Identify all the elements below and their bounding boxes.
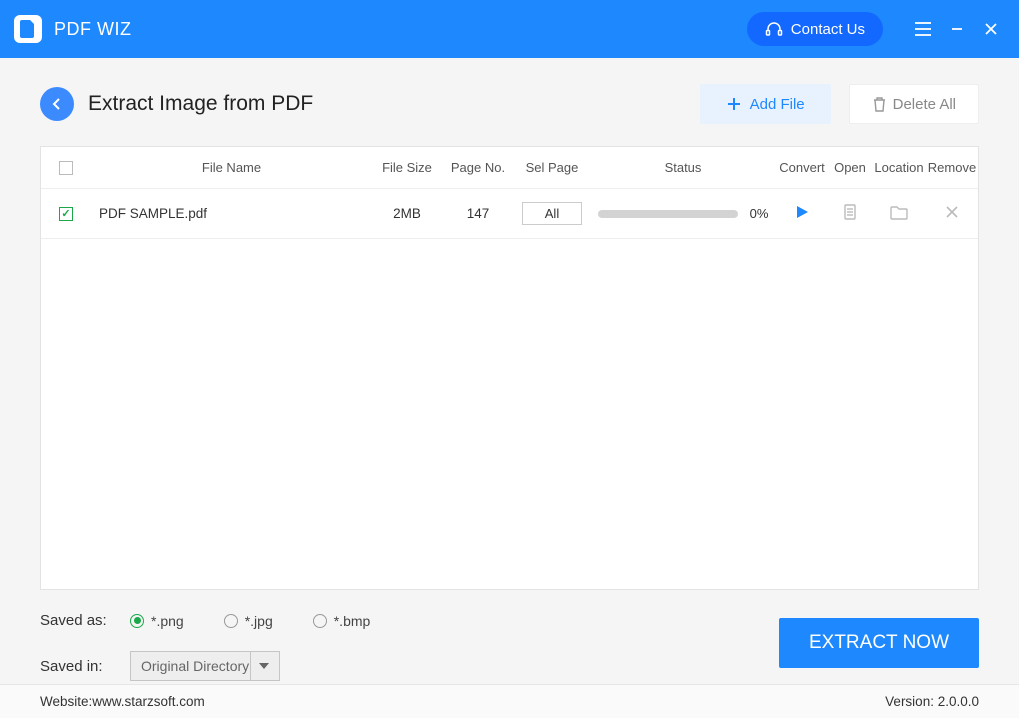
header-page-no: Page No. — [442, 160, 514, 175]
header-file-size: File Size — [372, 160, 442, 175]
footer: Website: www.starzsoft.com Version: 2.0.… — [0, 684, 1019, 718]
delete-all-label: Delete All — [893, 96, 956, 113]
website-link[interactable]: www.starzsoft.com — [92, 694, 205, 709]
play-icon — [794, 204, 810, 220]
back-button[interactable] — [40, 87, 74, 121]
arrow-left-icon — [49, 96, 65, 112]
header-status: Status — [590, 160, 776, 175]
menu-button[interactable] — [909, 15, 937, 43]
progress-percent: 0% — [750, 206, 769, 221]
radio-bmp[interactable]: *.bmp — [313, 613, 371, 629]
table-row: PDF SAMPLE.pdf 2MB 147 All 0% — [41, 189, 978, 239]
version-label: Version: — [885, 694, 938, 709]
saved-as-label: Saved as: — [40, 612, 130, 629]
row-file-size: 2MB — [372, 206, 442, 221]
contact-us-label: Contact Us — [791, 21, 865, 38]
page-title: Extract Image from PDF — [88, 92, 700, 116]
radio-png[interactable]: *.png — [130, 613, 184, 629]
saved-in-label: Saved in: — [40, 658, 130, 675]
app-logo — [14, 15, 42, 43]
sel-page-button[interactable]: All — [522, 202, 582, 225]
folder-icon — [890, 205, 908, 220]
menu-icon — [915, 22, 931, 36]
document-icon — [842, 204, 858, 220]
header-location: Location — [872, 160, 926, 175]
remove-button[interactable] — [945, 205, 959, 219]
table-empty-area — [41, 239, 978, 589]
row-checkbox[interactable] — [59, 207, 73, 221]
progress-bar — [598, 210, 738, 218]
table-header: File Name File Size Page No. Sel Page St… — [41, 147, 978, 189]
delete-all-button[interactable]: Delete All — [849, 84, 979, 124]
header-open: Open — [828, 160, 872, 175]
headset-icon — [765, 20, 783, 38]
minimize-icon — [950, 22, 964, 36]
radio-jpg[interactable]: *.jpg — [224, 613, 273, 629]
select-all-checkbox[interactable] — [59, 161, 73, 175]
location-button[interactable] — [890, 205, 908, 220]
minimize-button[interactable] — [943, 15, 971, 43]
convert-button[interactable] — [794, 204, 810, 220]
header-remove: Remove — [926, 160, 978, 175]
row-page-no: 147 — [442, 206, 514, 221]
close-button[interactable] — [977, 15, 1005, 43]
extract-now-button[interactable]: EXTRACT NOW — [779, 618, 979, 668]
file-table: File Name File Size Page No. Sel Page St… — [40, 146, 979, 590]
header-file-name: File Name — [91, 160, 372, 175]
remove-icon — [945, 205, 959, 219]
header-sel-page: Sel Page — [514, 160, 590, 175]
version-value: 2.0.0.0 — [938, 694, 979, 709]
open-button[interactable] — [842, 204, 858, 220]
radio-icon — [313, 614, 327, 628]
radio-icon — [130, 614, 144, 628]
chevron-down-icon — [250, 652, 269, 680]
header-convert: Convert — [776, 160, 828, 175]
plus-icon — [726, 96, 742, 112]
radio-icon — [224, 614, 238, 628]
app-title: PDF WIZ — [54, 19, 747, 40]
saved-in-select[interactable]: Original Directory — [130, 651, 280, 681]
close-icon — [984, 22, 998, 36]
row-file-name: PDF SAMPLE.pdf — [91, 206, 372, 221]
trash-icon — [872, 96, 887, 112]
title-bar: PDF WIZ Contact Us — [0, 0, 1019, 58]
add-file-button[interactable]: Add File — [700, 84, 831, 124]
website-label: Website: — [40, 694, 92, 709]
contact-us-button[interactable]: Contact Us — [747, 12, 883, 46]
add-file-label: Add File — [750, 96, 805, 113]
saved-in-value: Original Directory — [141, 658, 249, 674]
